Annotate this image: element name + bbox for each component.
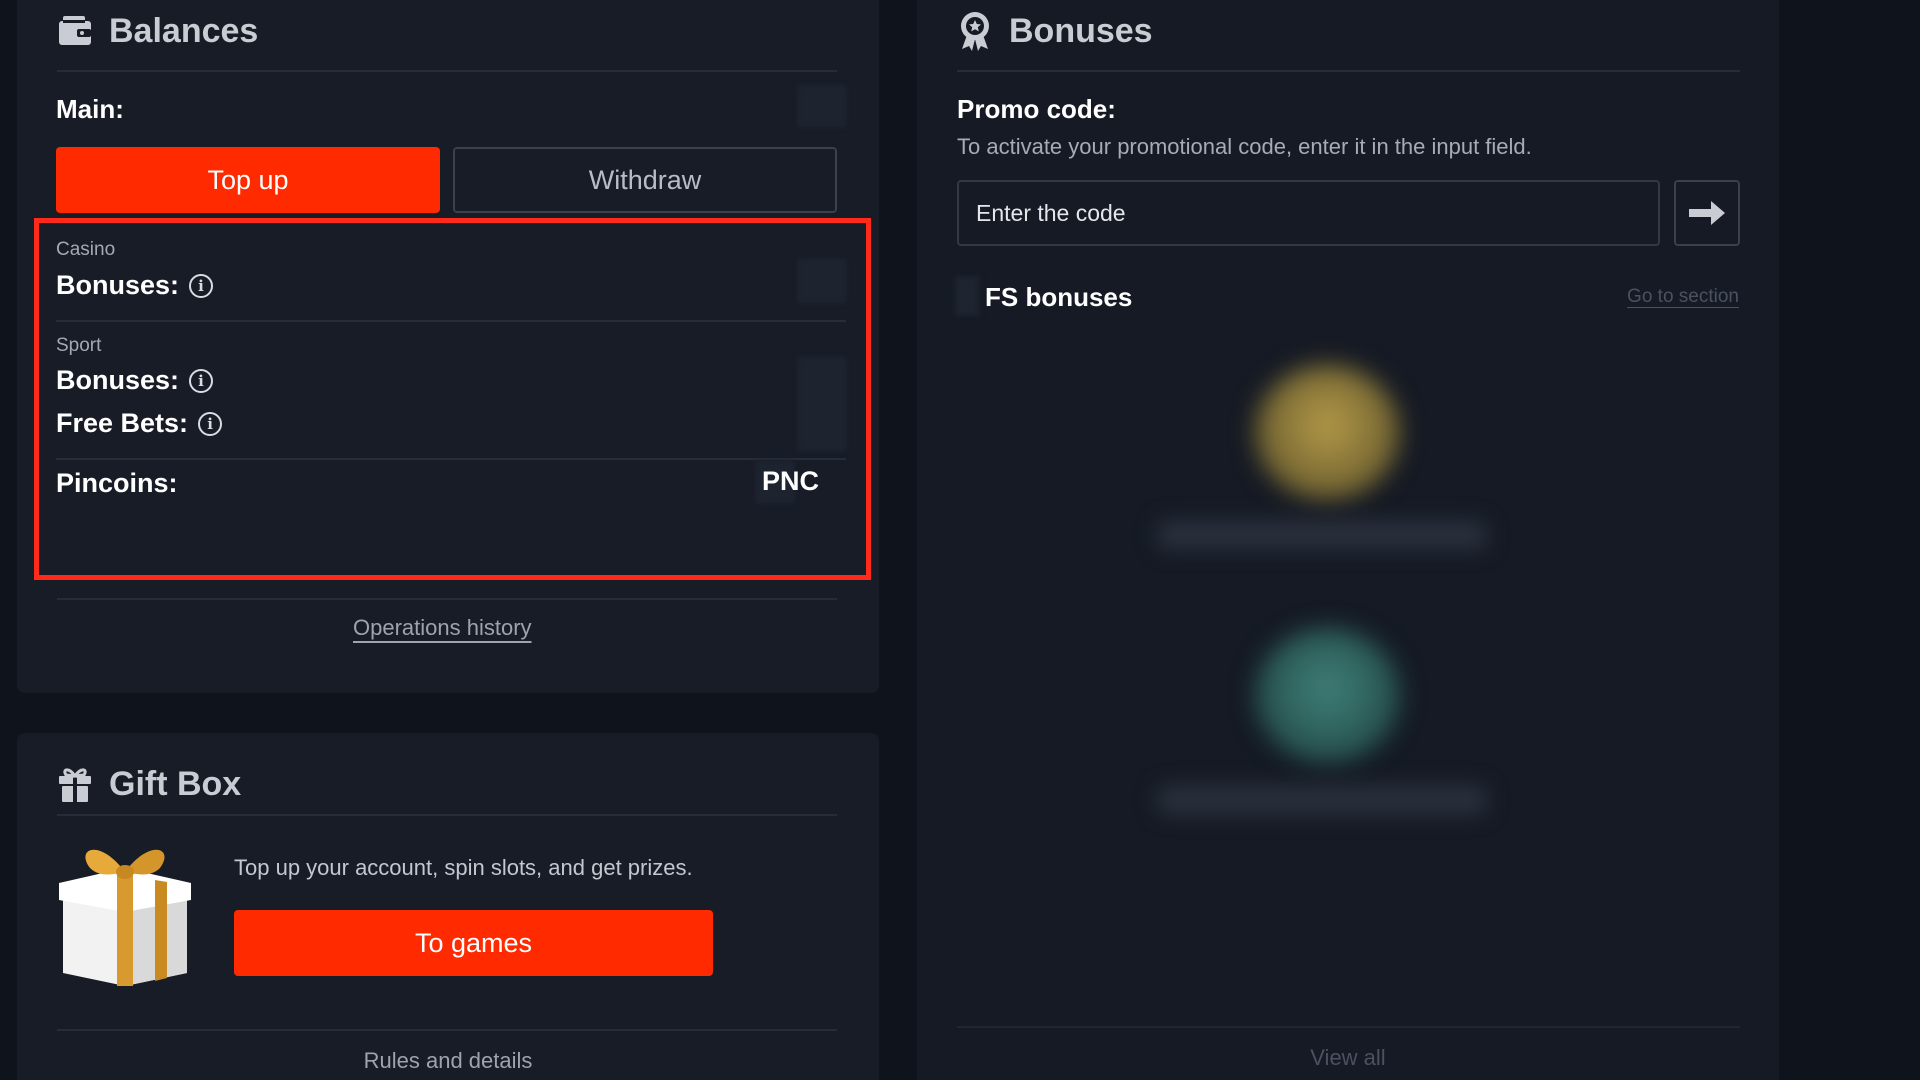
main-balance-value — [797, 84, 847, 128]
bonus-item-image — [1255, 365, 1400, 500]
pincoins-currency: PNC — [761, 466, 819, 496]
sport-freebets-row: Free Bets: i — [56, 408, 223, 439]
gift-icon — [57, 765, 93, 803]
gift-box-image — [55, 838, 195, 988]
go-to-section-link[interactable]: Go to section — [1627, 286, 1739, 308]
promo-code-input[interactable] — [957, 180, 1660, 246]
history-divider — [57, 598, 837, 600]
info-icon[interactable]: i — [198, 411, 223, 436]
gift-box-title: Gift Box — [109, 764, 242, 803]
sport-divider — [56, 458, 846, 460]
balances-divider — [57, 70, 837, 72]
sport-values — [797, 356, 847, 452]
casino-divider — [56, 320, 846, 322]
info-icon[interactable]: i — [189, 368, 214, 393]
sport-bonuses-label: Bonuses: — [56, 365, 180, 395]
sport-freebets-label: Free Bets: — [56, 408, 189, 438]
bonuses-card: Bonuses Promo code: To activate your pro… — [917, 0, 1779, 1080]
award-icon — [957, 11, 993, 51]
bonus-item-text — [1157, 785, 1487, 815]
casino-section-label: Casino — [56, 239, 116, 260]
bonuses-title: Bonuses — [1009, 11, 1153, 50]
casino-bonuses-value — [797, 258, 847, 304]
promo-code-title: Promo code: — [957, 94, 1116, 124]
gift-box-card: Gift Box Top up your account, spin slots… — [17, 733, 879, 1080]
balances-title: Balances — [109, 11, 259, 50]
fs-icon — [955, 276, 979, 316]
casino-bonuses-row: Bonuses: i — [56, 270, 214, 301]
top-up-button[interactable]: Top up — [56, 147, 440, 213]
rules-and-details-link[interactable]: Rules and details — [17, 1048, 879, 1074]
casino-bonuses-label: Bonuses: — [56, 270, 180, 300]
gift-box-header: Gift Box — [57, 753, 241, 815]
operations-history-link[interactable]: Operations history — [353, 615, 532, 641]
rules-divider — [57, 1029, 837, 1031]
view-all-link[interactable]: View all — [917, 1045, 1779, 1071]
bonus-item-image — [1255, 628, 1400, 763]
sport-section-label: Sport — [56, 335, 102, 356]
wallet-icon — [57, 13, 93, 49]
main-balance-label: Main: — [56, 94, 124, 124]
view-all-divider — [957, 1026, 1740, 1028]
pincoins-label: Pincoins: — [56, 468, 178, 498]
to-games-button[interactable]: To games — [234, 910, 713, 976]
promo-submit-button[interactable] — [1674, 180, 1740, 246]
balances-card: Balances Main: Top up Withdraw Casino Bo… — [17, 0, 879, 693]
fs-bonuses-title: FS bonuses — [985, 282, 1133, 312]
arrow-right-icon — [1687, 200, 1727, 226]
gift-box-divider — [57, 814, 837, 816]
pincoins-row: Pincoins: — [56, 468, 178, 499]
bonuses-divider — [957, 70, 1740, 72]
page: Balances Main: Top up Withdraw Casino Bo… — [0, 0, 1920, 1080]
balances-header: Balances — [57, 0, 258, 62]
sport-bonuses-row: Bonuses: i — [56, 365, 214, 396]
withdraw-button[interactable]: Withdraw — [453, 147, 837, 213]
bonuses-header: Bonuses — [957, 0, 1153, 62]
gift-box-text: Top up your account, spin slots, and get… — [234, 855, 693, 880]
promo-code-description: To activate your promotional code, enter… — [957, 134, 1532, 159]
bonus-item-text — [1157, 520, 1487, 550]
info-icon[interactable]: i — [189, 273, 214, 298]
